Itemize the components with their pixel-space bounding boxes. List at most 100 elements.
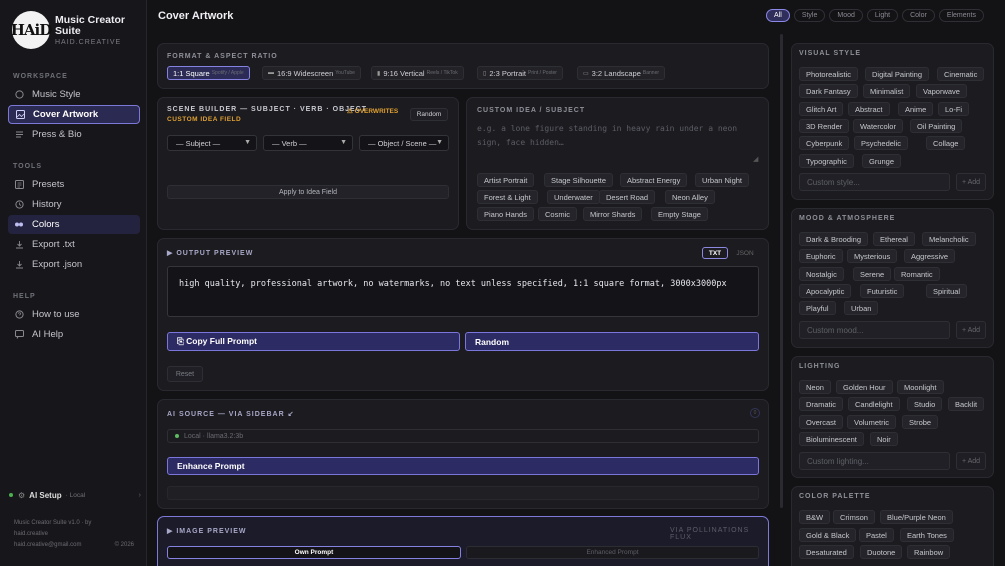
sidebar-item-colors[interactable]: Colors xyxy=(8,215,140,234)
chip[interactable]: 3D Render xyxy=(799,119,850,133)
object-select[interactable]: — Object / Scene — ▼ xyxy=(359,135,449,151)
chip[interactable]: Backlit xyxy=(948,397,985,411)
add-lighting-button[interactable]: + Add xyxy=(956,452,986,470)
format-16-9-button[interactable]: ▬ 16:9 Widescreen YouTube xyxy=(262,66,361,80)
subject-select[interactable]: — Subject — ▼ xyxy=(167,135,257,151)
chip[interactable]: Mirror Shards xyxy=(583,207,643,221)
chip[interactable]: Oil Painting xyxy=(910,119,963,133)
enhanced-output-field[interactable] xyxy=(167,486,759,500)
chip[interactable]: Overcast xyxy=(799,415,844,429)
sidebar-item-ai-help[interactable]: AI Help xyxy=(8,325,140,344)
custom-lighting-input[interactable]: Custom lighting... xyxy=(799,452,950,470)
chip[interactable]: Ethereal xyxy=(873,232,915,246)
apply-idea-button[interactable]: Apply to Idea Field xyxy=(167,185,449,199)
chip[interactable]: Duotone xyxy=(860,545,903,559)
chip[interactable]: Bioluminescent xyxy=(799,432,864,446)
filter-style[interactable]: Style xyxy=(793,9,826,22)
chip[interactable]: Spiritual xyxy=(926,284,968,298)
copy-prompt-button[interactable]: ⎘ Copy Full Prompt xyxy=(167,332,460,351)
chip[interactable]: Earth Tones xyxy=(900,528,954,542)
resize-handle-icon[interactable]: ◢ xyxy=(753,155,758,163)
chip[interactable]: Anime xyxy=(898,102,934,116)
chip[interactable]: Noir xyxy=(870,432,898,446)
chip[interactable]: Gold & Black xyxy=(799,528,857,542)
chip[interactable]: Cyberpunk xyxy=(799,136,850,150)
format-1-1-button[interactable]: 1:1 Square Spotify / Apple xyxy=(167,66,250,80)
filter-elements[interactable]: Elements xyxy=(938,9,984,22)
output-label[interactable]: ▶ OUTPUT PREVIEW xyxy=(167,249,253,257)
chip[interactable]: Psychedelic xyxy=(854,136,909,150)
chip[interactable]: Urban xyxy=(844,301,879,315)
chip[interactable]: Artist Portrait xyxy=(477,173,535,187)
chip[interactable]: Volumetric xyxy=(847,415,897,429)
verb-select[interactable]: — Verb — ▼ xyxy=(263,135,353,151)
scene-random-button[interactable]: Random xyxy=(410,108,448,121)
filter-mood[interactable]: Mood xyxy=(829,9,863,22)
chip[interactable]: Minimalist xyxy=(863,84,911,98)
chip[interactable]: Desaturated xyxy=(799,545,854,559)
chip[interactable]: Cinematic xyxy=(937,67,985,81)
chip[interactable]: Neon xyxy=(799,380,831,394)
chip[interactable]: Vaporwave xyxy=(916,84,967,98)
chip[interactable]: B&W xyxy=(799,510,831,524)
chip[interactable]: Futuristic xyxy=(860,284,905,298)
random-button[interactable]: Random xyxy=(465,332,759,351)
chip[interactable]: Urban Night xyxy=(695,173,750,187)
ai-setup-button[interactable]: ⚙ AI Setup · Local › xyxy=(9,488,141,502)
chip[interactable]: Serene xyxy=(853,267,892,281)
chip[interactable]: Crimson xyxy=(833,510,875,524)
chip[interactable]: Piano Hands xyxy=(477,207,534,221)
chip[interactable]: Neon Alley xyxy=(665,190,715,204)
chip[interactable]: Watercolor xyxy=(853,119,903,133)
output-textarea[interactable]: high quality, professional artwork, no w… xyxy=(167,266,759,317)
chip[interactable]: Mysterious xyxy=(847,249,898,263)
chip[interactable]: Euphoric xyxy=(799,249,843,263)
chip[interactable]: Golden Hour xyxy=(836,380,893,394)
sidebar-item-history[interactable]: History xyxy=(8,195,140,214)
chip[interactable]: Melancholic xyxy=(922,232,976,246)
sidebar-item-presets[interactable]: Presets xyxy=(8,175,140,194)
chip[interactable]: Desert Road xyxy=(599,190,656,204)
chip[interactable]: Collage xyxy=(926,136,966,150)
chip[interactable]: Glitch Art xyxy=(799,102,844,116)
chip[interactable]: Lo-Fi xyxy=(938,102,970,116)
sidebar-item-press-bio[interactable]: Press & Bio xyxy=(8,125,140,144)
chip[interactable]: Abstract xyxy=(848,102,890,116)
format-9-16-button[interactable]: ▮ 9:16 Vertical Reels / TikTok xyxy=(371,66,464,80)
json-toggle[interactable]: JSON xyxy=(732,247,758,259)
main-scrollbar[interactable] xyxy=(780,34,783,508)
filter-color[interactable]: Color xyxy=(902,9,935,22)
chip[interactable]: Studio xyxy=(907,397,943,411)
sidebar-item-cover-artwork[interactable]: Cover Artwork xyxy=(8,105,140,124)
txt-toggle[interactable]: TXT xyxy=(702,247,728,259)
custom-style-input[interactable]: Custom style... xyxy=(799,173,950,191)
chip[interactable]: Abstract Energy xyxy=(620,173,688,187)
chip[interactable]: Pastel xyxy=(859,528,894,542)
chip[interactable]: Grunge xyxy=(862,154,902,168)
enhance-prompt-button[interactable]: Enhance Prompt xyxy=(167,457,759,475)
chip[interactable]: Dark Fantasy xyxy=(799,84,858,98)
chip[interactable]: Forest & Light xyxy=(477,190,538,204)
chip[interactable]: Aggressive xyxy=(904,249,956,263)
reset-button[interactable]: Reset xyxy=(167,366,203,382)
chip[interactable]: Strobe xyxy=(902,415,939,429)
sidebar-item-export-txt[interactable]: Export .txt xyxy=(8,235,140,254)
filter-light[interactable]: Light xyxy=(866,9,899,22)
chip[interactable]: Moonlight xyxy=(897,380,944,394)
add-mood-button[interactable]: + Add xyxy=(956,321,986,339)
chip[interactable]: Dark & Brooding xyxy=(799,232,869,246)
chip[interactable]: Dramatic xyxy=(799,397,844,411)
chip[interactable]: Photorealistic xyxy=(799,67,859,81)
chip[interactable]: Digital Painting xyxy=(865,67,930,81)
enhanced-prompt-tab[interactable]: Enhanced Prompt xyxy=(466,546,759,559)
ai-model-field[interactable]: Local · llama3.2:3b xyxy=(167,429,759,443)
sidebar-item-how-to-use[interactable]: How to use xyxy=(8,305,140,324)
chip[interactable]: Stage Silhouette xyxy=(544,173,614,187)
add-style-button[interactable]: + Add xyxy=(956,173,986,191)
filter-all[interactable]: All xyxy=(766,9,790,22)
chip[interactable]: Playful xyxy=(799,301,836,315)
sidebar-item-music-style[interactable]: Music Style xyxy=(8,85,140,104)
chip[interactable]: Blue/Purple Neon xyxy=(880,510,953,524)
own-prompt-tab[interactable]: Own Prompt xyxy=(167,546,461,559)
image-preview-label[interactable]: ▶ IMAGE PREVIEW xyxy=(167,527,247,535)
